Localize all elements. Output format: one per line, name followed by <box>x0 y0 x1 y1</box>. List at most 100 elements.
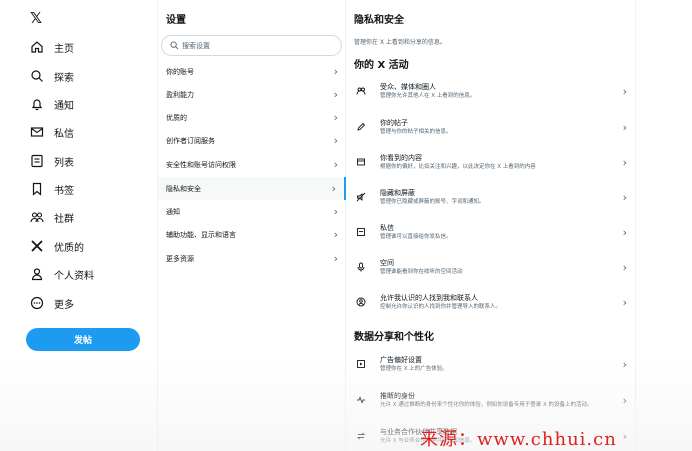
settings-item-label: 安全性和账号访问权限 <box>166 160 236 169</box>
row-content-you-see[interactable]: 你看到的内容 根据你的偏好，比如关注和兴趣，以此决定你在 X 上看到的内容 › <box>346 150 635 174</box>
section-title: 隐私和安全 <box>354 15 404 26</box>
row-subtitle: 根据你的偏好，比如关注和兴趣，以此决定你在 X 上看到的内容 <box>380 164 536 170</box>
chevron-right-icon: › <box>622 393 627 407</box>
row-mute-block[interactable]: 隐藏和屏蔽管理你已隐藏或屏蔽的账号、字词和通知。 › <box>346 185 635 209</box>
chevron-right-icon: › <box>331 182 336 195</box>
pencil-icon <box>354 120 368 134</box>
row-title: 隐藏和屏蔽 <box>380 189 415 197</box>
settings-item-label: 盈利能力 <box>166 90 194 99</box>
sidebar-item-label: 书签 <box>54 185 74 197</box>
settings-column: 设置 你的账号 › 盈利能力 › 优质的 › 创作者订阅服务 › 安全性和账号访问权限 ›… <box>157 0 346 451</box>
chevron-right-icon: › <box>333 88 338 101</box>
settings-item-creator-subscriptions[interactable]: 创作者订阅服务 › <box>158 129 346 152</box>
search-box[interactable] <box>161 35 342 56</box>
settings-item-premium[interactable]: 优质的 › <box>158 106 346 129</box>
chevron-right-icon: › <box>333 134 338 147</box>
chevron-right-icon: › <box>333 65 338 78</box>
settings-item-security[interactable]: 安全性和账号访问权限 › <box>158 153 346 176</box>
chevron-right-icon: › <box>333 205 338 218</box>
search-input[interactable] <box>182 41 332 50</box>
ads-icon <box>354 357 368 371</box>
chevron-right-icon: › <box>622 155 627 169</box>
search-icon <box>30 69 44 83</box>
section-description: 管理你在 X 上看到和分享的信息。 <box>354 39 446 46</box>
chevron-right-icon: › <box>622 120 627 134</box>
sidebar-item-home[interactable]: 主页 <box>30 36 74 58</box>
row-direct-messages[interactable]: 私信 管理谁可以直接给你发私信。 › <box>346 220 635 244</box>
sidebar-item-label: 社群 <box>54 213 74 225</box>
row-subtitle: 管理你在 X 上的广告体验。 <box>380 366 448 372</box>
data-section-title: 数据分享和个性化 <box>354 332 434 343</box>
row-subtitle: 管理你已隐藏或屏蔽的账号、字词和通知。 <box>380 199 485 205</box>
sidebar-item-messages[interactable]: 私信 <box>30 121 74 143</box>
settings-item-monetization[interactable]: 盈利能力 › <box>158 83 346 106</box>
chevron-right-icon: › <box>622 84 627 98</box>
right-pane <box>637 0 692 451</box>
chevron-right-icon: › <box>333 228 338 241</box>
row-your-posts[interactable]: 你的帖子 管理与你的帖子相关的信息。 › <box>346 115 635 139</box>
sidebar-item-label: 主页 <box>54 43 74 55</box>
bookmark-icon <box>30 182 44 196</box>
settings-item-accessibility[interactable]: 辅助功能、显示和语言 › <box>158 223 346 246</box>
settings-item-label: 优质的 <box>166 113 187 122</box>
row-title: 私信 <box>380 224 394 232</box>
list-icon <box>30 154 44 168</box>
sidebar-item-label: 私信 <box>54 128 74 140</box>
chevron-right-icon: › <box>622 429 627 443</box>
sidebar-item-lists[interactable]: 列表 <box>30 150 74 172</box>
chevron-right-icon: › <box>622 225 627 239</box>
row-spaces[interactable]: 空间管理谁能看到你在收听的空间活动 › <box>346 255 635 279</box>
post-button[interactable]: 发帖 <box>26 328 140 351</box>
sidebar-item-label: 列表 <box>54 157 74 169</box>
row-audience-media-tagging[interactable]: 受众、媒体和圈人管理你允许其他人在 X 上看到的信息。 › <box>346 79 635 103</box>
x-logo-icon <box>30 239 44 253</box>
sidebar-item-notifications[interactable]: 通知 <box>30 93 74 115</box>
page-title: 设置 <box>166 15 186 26</box>
sidebar-item-explore[interactable]: 探索 <box>30 65 74 87</box>
search-icon <box>170 41 179 50</box>
settings-item-label: 辅助功能、显示和语言 <box>166 230 236 239</box>
sidebar-item-label: 探索 <box>54 72 74 84</box>
row-title: 允许我认识的人找到我和联系人 <box>380 294 478 302</box>
sidebar-nav: 𝕏 主页 探索 通知 私信 列表 书签 社群 优质的 个人资料 更多 发帖 <box>0 0 157 451</box>
settings-item-resources[interactable]: 更多资源 › <box>158 247 346 270</box>
chevron-right-icon: › <box>622 190 627 204</box>
sidebar-item-more[interactable]: 更多 <box>30 292 74 314</box>
sidebar-item-label: 个人资料 <box>54 270 94 282</box>
home-icon <box>30 40 44 54</box>
settings-item-notifications[interactable]: 通知 › <box>158 200 346 223</box>
chevron-right-icon: › <box>333 158 338 171</box>
activity-section-title: 你的 X 活动 <box>354 60 409 71</box>
settings-item-label: 更多资源 <box>166 254 194 263</box>
row-inferred-identity[interactable]: 推断的身份 允许 X 通过推断的身份来个性化你的体验，例如你设备专用于登录 X 的… <box>346 388 635 412</box>
chevron-right-icon: › <box>622 357 627 371</box>
row-subtitle: 管理谁能看到你在收听的空间活动 <box>380 269 463 275</box>
row-discoverability-contacts[interactable]: 允许我认识的人找到我和联系人 控制允许你认识的人找到你并管理导入的联系人。 › <box>346 290 635 314</box>
sidebar-item-label: 通知 <box>54 100 74 112</box>
settings-item-privacy[interactable]: 隐私和安全 › <box>158 177 346 200</box>
settings-item-account[interactable]: 你的账号 › <box>158 60 346 83</box>
row-ads-preferences[interactable]: 广告偏好设置管理你在 X 上的广告体验。 › <box>346 352 635 376</box>
chevron-right-icon: › <box>333 252 338 265</box>
chevron-right-icon: › <box>622 260 627 274</box>
settings-item-label: 创作者订阅服务 <box>166 136 215 145</box>
bell-icon <box>30 97 44 111</box>
row-title: 广告偏好设置 <box>380 356 422 364</box>
chevron-right-icon: › <box>622 295 627 309</box>
row-subtitle: 管理你允许其他人在 X 上看到的信息。 <box>380 93 476 99</box>
sidebar-item-profile[interactable]: 个人资料 <box>30 263 94 285</box>
settings-item-label: 你的账号 <box>166 67 194 76</box>
chevron-right-icon: › <box>333 111 338 124</box>
share-icon <box>354 429 368 443</box>
row-title: 受众、媒体和圈人 <box>380 83 436 91</box>
x-logo-icon[interactable]: 𝕏 <box>30 10 42 26</box>
sidebar-item-communities[interactable]: 社群 <box>30 206 74 228</box>
mute-icon <box>354 190 368 204</box>
watermark-text: 来源：www.chhui.cn <box>420 429 617 450</box>
settings-item-label: 隐私和安全 <box>166 184 201 193</box>
person-icon <box>30 267 44 281</box>
row-title: 空间 <box>380 259 394 267</box>
sidebar-item-premium[interactable]: 优质的 <box>30 235 84 257</box>
sidebar-item-bookmarks[interactable]: 书签 <box>30 178 74 200</box>
row-subtitle: 管理与你的帖子相关的信息。 <box>380 129 452 135</box>
